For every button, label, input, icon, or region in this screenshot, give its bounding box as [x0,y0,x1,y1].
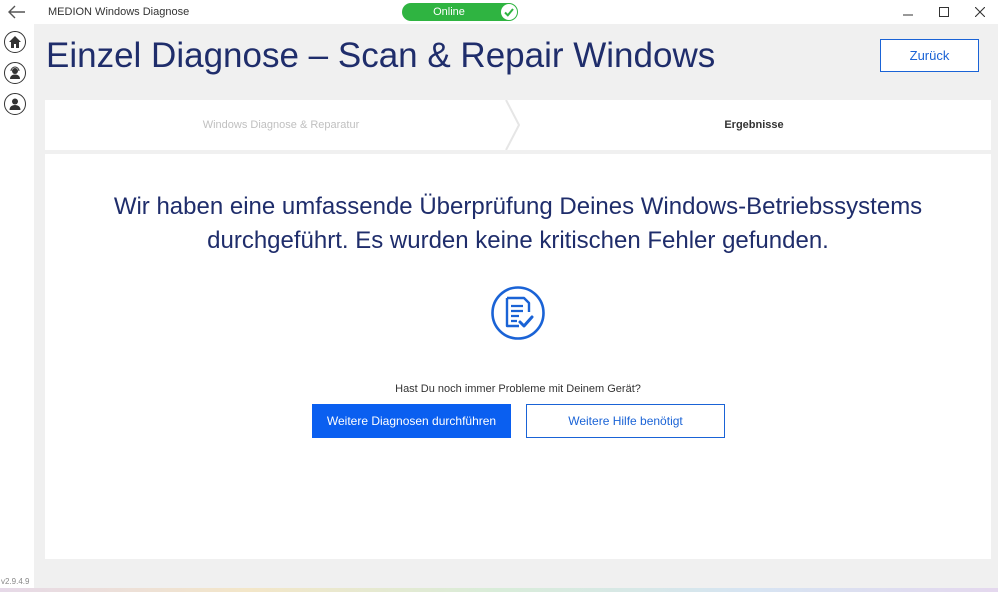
document-check-icon [491,286,545,340]
help-question: Hast Du noch immer Probleme mit Deinem G… [395,383,641,395]
app-title: MEDION Windows Diagnose [48,6,190,18]
bottom-gradient-strip [0,588,998,592]
check-icon [501,4,517,20]
user-profile-icon[interactable] [4,93,26,115]
step-diagnose-repair: Windows Diagnose & Reparatur [202,119,360,131]
close-icon[interactable] [966,2,994,22]
back-button[interactable]: Zurück [880,39,979,72]
online-status-label: Online [433,6,465,18]
more-diagnostics-button[interactable]: Weitere Diagnosen durchführen [312,404,511,438]
result-message: Wir haben eine umfassende Überprüfung De… [113,193,923,254]
sidebar: v2.9.4.9 [0,0,34,592]
online-status-badge: Online [402,3,518,21]
step-results: Ergebnisse [724,119,784,131]
maximize-icon[interactable] [930,2,958,22]
result-panel: Wir haben eine umfassende Überprüfung De… [45,154,991,559]
home-icon[interactable] [4,31,26,53]
title-bar: MEDION Windows Diagnose Online [34,0,998,24]
version-label: v2.9.4.9 [1,577,30,586]
need-help-button[interactable]: Weitere Hilfe benötigt [526,404,725,438]
page-title: Einzel Diagnose – Scan & Repair Windows [46,36,716,75]
back-arrow-icon[interactable] [6,2,28,22]
step-indicator: Windows Diagnose & Reparatur Ergebnisse [45,100,991,150]
minimize-icon[interactable] [894,2,922,22]
support-agent-icon[interactable] [4,62,26,84]
